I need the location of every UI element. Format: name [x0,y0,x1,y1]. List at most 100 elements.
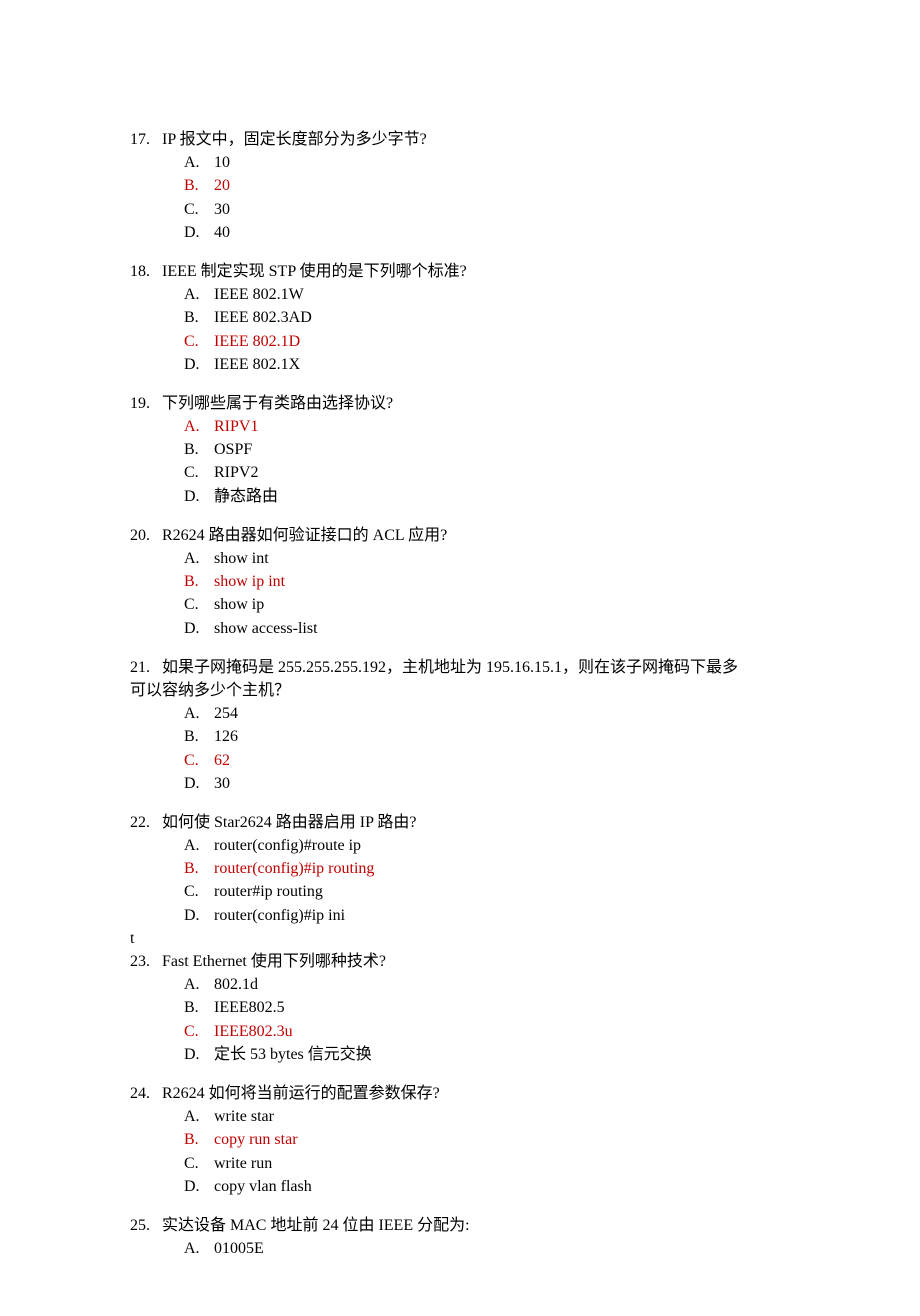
question-23-options: A.802.1d B.IEEE802.5 C.IEEE802.3u D.定长 5… [130,973,790,1066]
question-17: 17. IP 报文中，固定长度部分为多少字节? A.10 B.20 C.30 D.… [130,128,790,244]
option-text: 30 [214,201,230,218]
option-17-B: B.20 [130,174,790,197]
question-19: 19.下列哪些属于有类路由选择协议? A.RIPV1 B.OSPF C.RIPV… [130,392,790,508]
question-number: 20. [130,527,150,544]
option-text: 静态路由 [214,488,278,505]
option-17-A: A.10 [130,151,790,174]
option-text: IEEE 802.3AD [214,309,312,326]
option-20-D: D.show access-list [130,617,790,640]
question-25-prompt: 25. 实达设备 MAC 地址前 24 位由 IEEE 分配为: [130,1214,790,1237]
question-17-options: A.10 B.20 C.30 D.40 [130,151,790,244]
option-24-C: C.write run [130,1152,790,1175]
option-text: IEEE 802.1X [214,356,300,373]
option-text: 40 [214,224,230,241]
option-text: RIPV2 [214,464,258,481]
option-17-C: C.30 [130,198,790,221]
question-21-options: A.254 B.126 C.62 D.30 [130,702,790,795]
option-text: copy vlan flash [214,1178,312,1195]
question-20: 20. R2624 路由器如何验证接口的 ACL 应用? A.show int B… [130,524,790,640]
option-text: 20 [214,177,230,194]
question-text: 如何使 Star2624 路由器启用 IP 路由? [162,814,417,831]
option-text: router(config)#ip ini [214,907,345,924]
option-text: 126 [214,728,238,745]
question-21-prompt-line1: 21. 如果子网掩码是 255.255.255.192，主机地址为 195.16.… [130,656,790,679]
option-20-A: A.show int [130,547,790,570]
question-18-options: A.IEEE 802.1W B.IEEE 802.3AD C.IEEE 802.… [130,283,790,376]
option-25-A: A.01005E [130,1237,790,1260]
option-21-D: D.30 [130,772,790,795]
question-25-options: A.01005E [130,1237,790,1260]
option-18-A: A.IEEE 802.1W [130,283,790,306]
option-22-D: D.router(config)#ip ini [130,904,790,927]
question-19-options: A.RIPV1 B.OSPF C.RIPV2 D.静态路由 [130,415,790,508]
option-text: write run [214,1155,272,1172]
option-22-C: C.router#ip routing [130,880,790,903]
option-21-A: A.254 [130,702,790,725]
option-19-C: C.RIPV2 [130,461,790,484]
question-22-options: A.router(config)#route ip B.router(confi… [130,834,790,927]
question-text: R2624 如何将当前运行的配置参数保存? [162,1085,440,1102]
option-18-C: C.IEEE 802.1D [130,330,790,353]
question-23-prompt: 23. Fast Ethernet 使用下列哪种技术? [130,950,790,973]
option-19-A: A.RIPV1 [130,415,790,438]
option-17-D: D.40 [130,221,790,244]
question-number: 19. [130,395,150,412]
option-text: 01005E [214,1240,264,1257]
stray-text-t: t [130,927,790,950]
option-text: copy run star [214,1131,298,1148]
option-23-D: D.定长 53 bytes 信元交换 [130,1043,790,1066]
question-number: 22. [130,814,150,831]
option-23-A: A.802.1d [130,973,790,996]
question-text: 实达设备 MAC 地址前 24 位由 IEEE 分配为: [162,1217,470,1234]
option-text: show int [214,550,269,567]
option-text: 62 [214,752,230,769]
option-20-B: B.show ip int [130,570,790,593]
question-text: R2624 路由器如何验证接口的 ACL 应用? [162,527,447,544]
question-17-prompt: 17. IP 报文中，固定长度部分为多少字节? [130,128,790,151]
question-20-prompt: 20. R2624 路由器如何验证接口的 ACL 应用? [130,524,790,547]
option-24-A: A.write star [130,1105,790,1128]
option-text: router(config)#route ip [214,837,361,854]
question-24-prompt: 24. R2624 如何将当前运行的配置参数保存? [130,1082,790,1105]
question-text: 可以容纳多少个主机？ [130,682,290,699]
question-24-options: A.write star B.copy run star C.write run… [130,1105,790,1198]
option-text: show ip [214,596,264,613]
option-text: 10 [214,154,230,171]
question-18: 18. IEEE 制定实现 STP 使用的是下列哪个标准? A.IEEE 802.… [130,260,790,376]
question-19-prompt: 19.下列哪些属于有类路由选择协议? [130,392,790,415]
document-page: 17. IP 报文中，固定长度部分为多少字节? A.10 B.20 C.30 D.… [0,0,920,1316]
option-text: show ip int [214,573,285,590]
option-text: IEEE 802.1W [214,286,304,303]
question-number: 24. [130,1085,150,1102]
question-22-prompt: 22. 如何使 Star2624 路由器启用 IP 路由? [130,811,790,834]
question-20-options: A.show int B.show ip int C.show ip D.sho… [130,547,790,640]
option-19-D: D.静态路由 [130,485,790,508]
option-text: router(config)#ip routing [214,860,374,877]
question-25: 25. 实达设备 MAC 地址前 24 位由 IEEE 分配为: A.01005E [130,1214,790,1260]
option-text: 定长 53 bytes 信元交换 [214,1046,372,1063]
question-text: IP 报文中，固定长度部分为多少字节? [162,131,427,148]
option-text: 802.1d [214,976,258,993]
option-text: IEEE 802.1D [214,333,300,350]
question-21: 21. 如果子网掩码是 255.255.255.192，主机地址为 195.16.… [130,656,790,795]
option-text: RIPV1 [214,418,258,435]
question-22: 22. 如何使 Star2624 路由器启用 IP 路由? A.router(co… [130,811,790,927]
option-20-C: C.show ip [130,593,790,616]
question-number: 21. [130,659,150,676]
option-24-B: B.copy run star [130,1128,790,1151]
option-23-B: B.IEEE802.5 [130,996,790,1019]
question-text: IEEE 制定实现 STP 使用的是下列哪个标准? [162,263,467,280]
question-number: 23. [130,953,150,970]
option-text: show access-list [214,620,318,637]
question-number: 25. [130,1217,150,1234]
option-18-B: B.IEEE 802.3AD [130,306,790,329]
option-22-A: A.router(config)#route ip [130,834,790,857]
question-21-prompt-line2: 可以容纳多少个主机？ [130,679,790,702]
option-text: IEEE802.3u [214,1023,293,1040]
question-text: Fast Ethernet 使用下列哪种技术? [162,953,386,970]
question-text: 如果子网掩码是 255.255.255.192，主机地址为 195.16.15.… [162,659,738,676]
question-number: 18. [130,263,150,280]
question-number: 17. [130,131,150,148]
option-22-B: B.router(config)#ip routing [130,857,790,880]
option-24-D: D.copy vlan flash [130,1175,790,1198]
